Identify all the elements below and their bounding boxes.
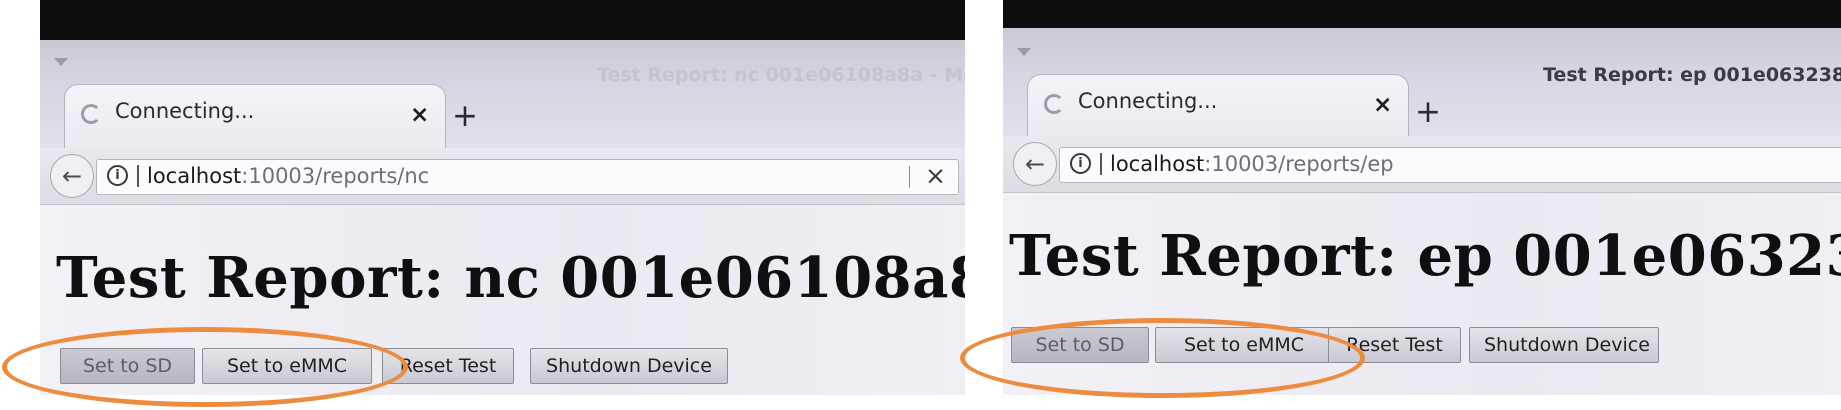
url-end-separator <box>909 166 910 188</box>
tab-connecting[interactable]: Connecting... × <box>64 84 446 149</box>
tab-label: Connecting... <box>115 99 255 123</box>
url-host: localhost <box>1110 152 1205 176</box>
url-text[interactable]: localhost:10003/reports/nc <box>147 164 429 188</box>
back-arrow-icon[interactable]: ← <box>50 154 94 198</box>
set-to-emmc-button[interactable]: Set to eMMC <box>202 348 372 384</box>
page-title: Test Report: nc 001e06108a8a <box>56 245 965 311</box>
window-title: Test Report: nc 001e06108a8a - Mozilla <box>597 64 965 86</box>
tab-close-icon[interactable]: × <box>410 102 429 128</box>
url-bar[interactable]: i localhost:10003/reports/ep <box>1059 147 1841 183</box>
url-path: :10003/reports/ep <box>1204 152 1394 176</box>
back-arrow-icon[interactable]: ← <box>1013 142 1057 186</box>
tab-close-icon[interactable]: × <box>1373 92 1392 118</box>
browser-window-right: Test Report: ep 001e063238b4 - M Connect… <box>1003 0 1841 395</box>
loading-spinner-icon <box>1044 94 1064 114</box>
stop-loading-icon[interactable]: × <box>925 161 946 190</box>
loading-spinner-icon <box>81 104 101 124</box>
set-to-sd-button[interactable]: Set to SD <box>1011 327 1149 363</box>
url-host: localhost <box>147 164 242 188</box>
info-icon[interactable]: i <box>1070 153 1091 174</box>
new-tab-button[interactable]: + <box>452 98 478 134</box>
url-separator <box>137 165 139 187</box>
navigation-bar: ← i localhost:10003/reports/nc × <box>40 148 965 205</box>
page-content: Test Report: nc 001e06108a8a Set to SD S… <box>40 205 965 395</box>
shutdown-device-button[interactable]: Shutdown Device <box>1469 327 1659 363</box>
set-to-sd-button[interactable]: Set to SD <box>60 348 195 384</box>
tab-label: Connecting... <box>1078 89 1218 113</box>
browser-window-left: Test Report: nc 001e06108a8a - Mozilla C… <box>40 0 965 395</box>
reset-test-button[interactable]: Reset Test <box>382 348 514 384</box>
info-icon[interactable]: i <box>107 165 128 186</box>
navigation-bar: ← i localhost:10003/reports/ep <box>1003 136 1841 193</box>
url-text[interactable]: localhost:10003/reports/ep <box>1110 152 1394 176</box>
window-title: Test Report: ep 001e063238b4 - M <box>1543 64 1841 86</box>
url-path: :10003/reports/nc <box>241 164 430 188</box>
shutdown-device-button[interactable]: Shutdown Device <box>530 348 728 384</box>
tab-connecting[interactable]: Connecting... × <box>1027 74 1409 139</box>
url-bar[interactable]: i localhost:10003/reports/nc × <box>96 159 959 195</box>
url-separator <box>1100 153 1102 175</box>
set-to-emmc-button[interactable]: Set to eMMC <box>1155 327 1333 363</box>
reset-test-button[interactable]: Reset Test <box>1328 327 1461 363</box>
page-content: Test Report: ep 001e063238b Set to SD Se… <box>1003 193 1841 395</box>
window-menu-icon[interactable] <box>54 58 68 66</box>
page-title: Test Report: ep 001e063238b <box>1009 223 1841 289</box>
window-menu-icon[interactable] <box>1017 48 1031 56</box>
new-tab-button[interactable]: + <box>1415 94 1441 130</box>
